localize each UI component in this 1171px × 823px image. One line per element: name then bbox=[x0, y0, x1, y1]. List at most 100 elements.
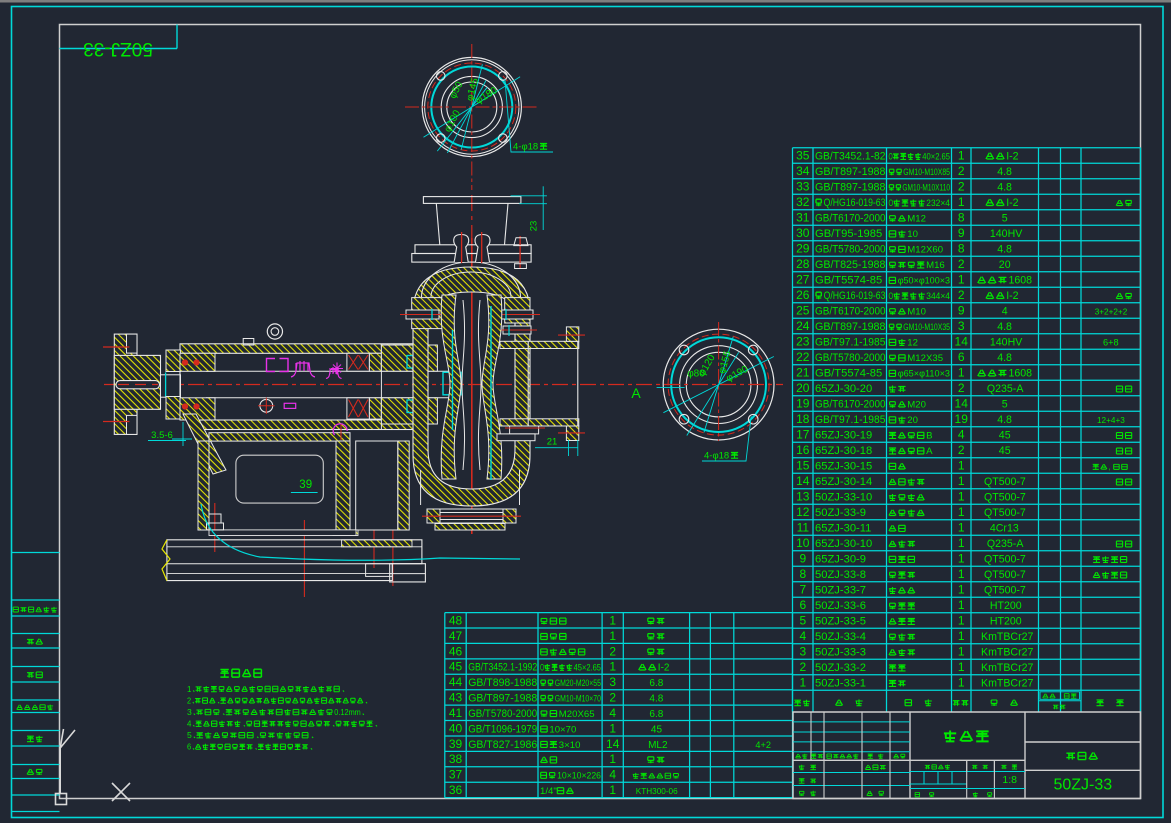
svg-text:4: 4 bbox=[609, 706, 616, 720]
svg-text:GB/T5780-2000: GB/T5780-2000 bbox=[468, 708, 537, 720]
svg-text:50ZJ-33-4: 50ZJ-33-4 bbox=[815, 631, 866, 643]
svg-text:4.8: 4.8 bbox=[997, 414, 1012, 426]
svg-text:10: 10 bbox=[796, 536, 810, 550]
svg-text:4.8: 4.8 bbox=[997, 166, 1012, 178]
svg-text:22: 22 bbox=[796, 350, 810, 364]
svg-text:QT500-7: QT500-7 bbox=[984, 569, 1026, 581]
svg-text:M12: M12 bbox=[907, 214, 926, 225]
svg-text:1: 1 bbox=[958, 149, 965, 163]
svg-text:65ZJ-30-9: 65ZJ-30-9 bbox=[815, 554, 866, 566]
svg-text:140HV: 140HV bbox=[990, 228, 1023, 240]
svg-text:1: 1 bbox=[609, 629, 616, 643]
svg-text:φ65×φ110×3: φ65×φ110×3 bbox=[898, 369, 950, 380]
svg-text:65ZJ-30-10: 65ZJ-30-10 bbox=[815, 538, 872, 550]
svg-text:1: 1 bbox=[958, 195, 965, 209]
svg-text:M20: M20 bbox=[907, 400, 926, 411]
svg-text:12: 12 bbox=[907, 338, 918, 349]
svg-text:GB/T5780-2000: GB/T5780-2000 bbox=[815, 244, 886, 256]
svg-text:30: 30 bbox=[796, 226, 810, 240]
svg-text:4: 4 bbox=[1002, 306, 1008, 318]
svg-text:GB/T897-1988: GB/T897-1988 bbox=[815, 321, 886, 333]
svg-text:1: 1 bbox=[609, 752, 616, 766]
svg-text:Q235-A: Q235-A bbox=[987, 538, 1024, 550]
svg-text:19: 19 bbox=[955, 412, 969, 426]
svg-text:32: 32 bbox=[796, 195, 810, 209]
svg-text:50ZJ-33-7: 50ZJ-33-7 bbox=[815, 585, 866, 597]
svg-text:10×70: 10×70 bbox=[549, 724, 576, 735]
svg-text:34: 34 bbox=[796, 164, 810, 178]
svg-text:M20X65: M20X65 bbox=[559, 709, 595, 720]
svg-text:M12X35: M12X35 bbox=[907, 353, 943, 364]
svg-text:20: 20 bbox=[907, 415, 918, 426]
svg-text:M10: M10 bbox=[907, 307, 926, 318]
svg-text:GB/T1096-1979: GB/T1096-1979 bbox=[468, 723, 537, 735]
svg-text:50ZJ-33-8: 50ZJ-33-8 bbox=[815, 569, 866, 581]
svg-text:17: 17 bbox=[796, 428, 810, 442]
svg-text:38: 38 bbox=[449, 752, 463, 766]
svg-text:HT200: HT200 bbox=[990, 600, 1022, 612]
svg-text:A: A bbox=[926, 446, 933, 457]
svg-text:O: O bbox=[889, 152, 893, 163]
svg-text:6.8: 6.8 bbox=[649, 709, 663, 720]
svg-text:4.8: 4.8 bbox=[649, 694, 663, 705]
svg-text:2: 2 bbox=[958, 180, 965, 194]
svg-text:20: 20 bbox=[999, 259, 1011, 271]
svg-text:9: 9 bbox=[799, 552, 806, 566]
svg-text:65ZJ-30-20: 65ZJ-30-20 bbox=[815, 383, 872, 395]
svg-text:50ZJ-33: 50ZJ-33 bbox=[83, 38, 153, 59]
svg-text:4: 4 bbox=[799, 629, 806, 643]
svg-text:140HV: 140HV bbox=[990, 337, 1023, 349]
svg-text:45: 45 bbox=[449, 660, 463, 674]
svg-text:9: 9 bbox=[958, 226, 965, 240]
svg-text:65ZJ-30-19: 65ZJ-30-19 bbox=[815, 430, 872, 442]
svg-text:I-2: I-2 bbox=[1006, 197, 1018, 209]
svg-text:1: 1 bbox=[609, 613, 616, 627]
svg-text:50ZJ-33-2: 50ZJ-33-2 bbox=[815, 662, 866, 674]
svg-text:47: 47 bbox=[449, 629, 463, 643]
svg-text:1: 1 bbox=[958, 490, 965, 504]
svg-text:GB/T6170-2000: GB/T6170-2000 bbox=[815, 213, 886, 225]
svg-text:O: O bbox=[889, 198, 894, 209]
svg-text:KmTBCr27: KmTBCr27 bbox=[981, 662, 1033, 674]
svg-text:GM10-M10X85: GM10-M10X85 bbox=[903, 167, 950, 178]
svg-text:O: O bbox=[540, 663, 544, 674]
svg-text:50ZJ-33-5: 50ZJ-33-5 bbox=[815, 616, 866, 628]
svg-text:KmTBCr27: KmTBCr27 bbox=[981, 678, 1033, 690]
svg-text:45: 45 bbox=[651, 724, 663, 735]
svg-text:50ZJ-33-3: 50ZJ-33-3 bbox=[815, 647, 866, 659]
svg-text:GB/T5574-85: GB/T5574-85 bbox=[815, 275, 882, 287]
svg-text:10×10×226: 10×10×226 bbox=[557, 771, 601, 782]
svg-text:39: 39 bbox=[449, 737, 463, 751]
svg-text:A: A bbox=[631, 385, 641, 401]
svg-text:8: 8 bbox=[958, 242, 965, 256]
svg-text:3+2+2+2: 3+2+2+2 bbox=[1095, 308, 1128, 317]
svg-text:6+8: 6+8 bbox=[1103, 338, 1119, 348]
svg-text:8: 8 bbox=[958, 211, 965, 225]
svg-text:2: 2 bbox=[958, 164, 965, 178]
svg-text:1: 1 bbox=[958, 567, 965, 581]
svg-text:4.8: 4.8 bbox=[997, 244, 1012, 256]
svg-text:1: 1 bbox=[958, 552, 965, 566]
svg-text:33: 33 bbox=[796, 180, 810, 194]
svg-text:GB/T825-1988: GB/T825-1988 bbox=[815, 259, 886, 271]
svg-text:21: 21 bbox=[796, 366, 810, 380]
svg-text:6: 6 bbox=[187, 742, 191, 752]
svg-text:5: 5 bbox=[1002, 213, 1008, 225]
svg-text:3: 3 bbox=[958, 319, 965, 333]
svg-text:1608: 1608 bbox=[1009, 275, 1033, 287]
svg-text:ML2: ML2 bbox=[648, 740, 668, 751]
svg-text:16: 16 bbox=[796, 443, 810, 457]
svg-text:O: O bbox=[889, 291, 894, 302]
svg-text:4: 4 bbox=[958, 428, 965, 442]
svg-text:GB/T95-1985: GB/T95-1985 bbox=[815, 228, 882, 240]
svg-text:40×2.65: 40×2.65 bbox=[922, 152, 950, 163]
svg-text:6: 6 bbox=[958, 350, 965, 364]
svg-text:44: 44 bbox=[449, 675, 463, 689]
svg-text:50ZJ-33-6: 50ZJ-33-6 bbox=[815, 600, 866, 612]
svg-text:14: 14 bbox=[606, 737, 620, 751]
svg-text:29: 29 bbox=[796, 242, 810, 256]
svg-text:GB/T898-1988: GB/T898-1988 bbox=[468, 677, 537, 689]
svg-text:1: 1 bbox=[609, 660, 616, 674]
svg-text:GB/T6170-2000: GB/T6170-2000 bbox=[815, 399, 886, 411]
svg-text:Q/HG16-019-63: Q/HG16-019-63 bbox=[824, 197, 886, 209]
